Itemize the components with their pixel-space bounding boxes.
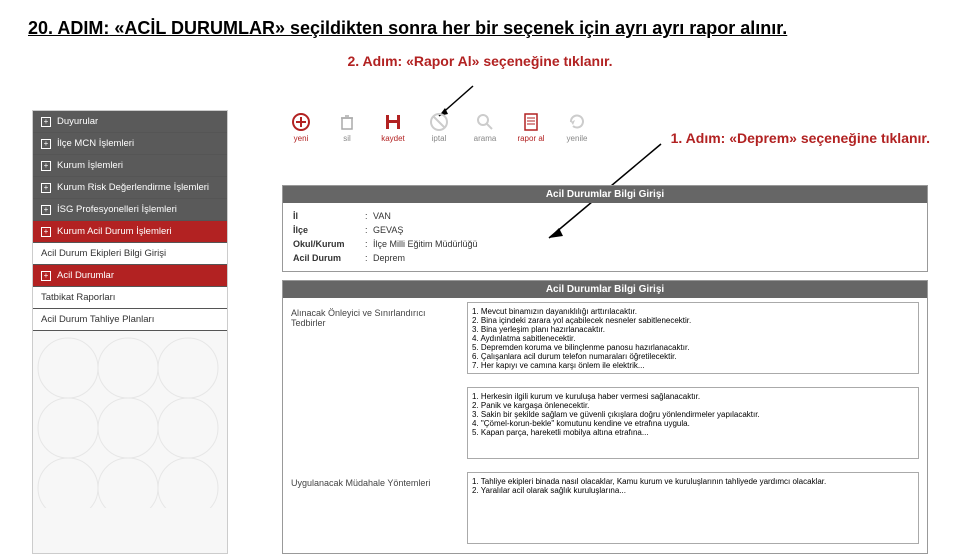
toolbar-label: sil bbox=[343, 134, 351, 143]
toolbar-label: yenile bbox=[567, 134, 588, 143]
bg-pattern bbox=[28, 328, 228, 508]
sidebar-item-label: Acil Durum Tahliye Planları bbox=[41, 314, 154, 325]
content-area: yeni sil kaydet iptal arama rapor al yenile Ac… bbox=[282, 110, 928, 554]
toolbar-refresh-button[interactable]: yenile bbox=[558, 112, 596, 143]
expand-icon: + bbox=[41, 227, 51, 237]
title-rest: «ACİL DURUMLAR» seçildikten sonra her bi… bbox=[109, 18, 787, 38]
page-title: 20. ADIM: «ACİL DURUMLAR» seçildikten so… bbox=[0, 0, 960, 45]
expand-icon: + bbox=[41, 139, 51, 149]
sidebar-item-3[interactable]: + Kurum Risk Değerlendirme İşlemleri bbox=[33, 177, 227, 199]
info-key: İl bbox=[293, 211, 365, 221]
sidebar-item-label: Tatbikat Raporları bbox=[41, 292, 115, 303]
expand-icon: + bbox=[41, 205, 51, 215]
refresh-icon bbox=[567, 112, 587, 132]
info-panel: Acil Durumlar Bilgi Girişi İl:VANİlçe:GE… bbox=[282, 185, 928, 272]
form-label bbox=[291, 387, 461, 393]
expand-icon: + bbox=[41, 161, 51, 171]
toolbar-label: yeni bbox=[294, 134, 309, 143]
sidebar-item-2[interactable]: + Kurum İşlemleri bbox=[33, 155, 227, 177]
form-panel: Acil Durumlar Bilgi Girişi Alınacak Önle… bbox=[282, 280, 928, 554]
info-row: Acil Durum:Deprem bbox=[293, 251, 917, 265]
sidebar-item-label: Acil Durum Ekipleri Bilgi Girişi bbox=[41, 248, 166, 259]
report-icon bbox=[521, 112, 541, 132]
sidebar-item-1[interactable]: + İlçe MCN İşlemleri bbox=[33, 133, 227, 155]
trash-icon bbox=[337, 112, 357, 132]
info-value: Deprem bbox=[373, 253, 917, 263]
form-row bbox=[283, 383, 927, 468]
plus-icon bbox=[291, 112, 311, 132]
form-label: Alınacak Önleyici ve Sınırlandırıcı Tedb… bbox=[291, 302, 461, 328]
expand-icon: + bbox=[41, 183, 51, 193]
sidebar-item-4[interactable]: + İSG Profesyonelleri İşlemleri bbox=[33, 199, 227, 221]
form-textarea-1[interactable] bbox=[467, 387, 919, 459]
info-row: İlçe:GEVAŞ bbox=[293, 223, 917, 237]
search-icon bbox=[475, 112, 495, 132]
info-value: VAN bbox=[373, 211, 917, 221]
toolbar-label: arama bbox=[474, 134, 497, 143]
expand-icon: + bbox=[41, 117, 51, 127]
toolbar-report-button[interactable]: rapor al bbox=[512, 112, 550, 143]
form-textarea-2[interactable] bbox=[467, 472, 919, 544]
sidebar-item-label: Kurum Risk Değerlendirme İşlemleri bbox=[57, 182, 209, 193]
step2-annotation: 2. Adım: «Rapor Al» seçeneğine tıklanır. bbox=[0, 53, 960, 69]
info-key: Okul/Kurum bbox=[293, 239, 365, 249]
panel2-title: Acil Durumlar Bilgi Girişi bbox=[283, 281, 927, 298]
toolbar-cancel-button[interactable]: iptal bbox=[420, 112, 458, 143]
toolbar: yeni sil kaydet iptal arama rapor al yenile bbox=[282, 110, 928, 149]
toolbar-save-button[interactable]: kaydet bbox=[374, 112, 412, 143]
form-label: Uygulanacak Müdahale Yöntemleri bbox=[291, 472, 461, 488]
sidebar-item-7[interactable]: + Acil Durumlar bbox=[33, 265, 227, 287]
sidebar-item-label: Duyurular bbox=[57, 116, 98, 127]
title-prefix: 20. ADIM: bbox=[28, 18, 109, 38]
sidebar-item-label: İSG Profesyonelleri İşlemleri bbox=[57, 204, 177, 215]
info-key: Acil Durum bbox=[293, 253, 365, 263]
info-key: İlçe bbox=[293, 225, 365, 235]
toolbar-trash-button[interactable]: sil bbox=[328, 112, 366, 143]
form-textarea-0[interactable] bbox=[467, 302, 919, 374]
panel-title: Acil Durumlar Bilgi Girişi bbox=[283, 186, 927, 203]
expand-icon: + bbox=[41, 271, 51, 281]
form-row: Alınacak Önleyici ve Sınırlandırıcı Tedb… bbox=[283, 298, 927, 383]
toolbar-label: kaydet bbox=[381, 134, 405, 143]
sidebar-item-label: İlçe MCN İşlemleri bbox=[57, 138, 134, 149]
toolbar-plus-button[interactable]: yeni bbox=[282, 112, 320, 143]
sidebar-item-label: Acil Durumlar bbox=[57, 270, 114, 281]
toolbar-search-button[interactable]: arama bbox=[466, 112, 504, 143]
sidebar-item-0[interactable]: + Duyurular bbox=[33, 111, 227, 133]
toolbar-label: rapor al bbox=[517, 134, 544, 143]
form-row: Uygulanacak Müdahale Yöntemleri bbox=[283, 468, 927, 553]
sidebar-item-label: Kurum İşlemleri bbox=[57, 160, 123, 171]
info-value: İlçe Milli Eğitim Müdürlüğü bbox=[373, 239, 917, 249]
toolbar-label: iptal bbox=[432, 134, 447, 143]
sidebar-item-label: Kurum Acil Durum İşlemleri bbox=[57, 226, 172, 237]
info-row: Okul/Kurum:İlçe Milli Eğitim Müdürlüğü bbox=[293, 237, 917, 251]
save-icon bbox=[383, 112, 403, 132]
info-row: İl:VAN bbox=[293, 209, 917, 223]
sidebar-item-8[interactable]: Tatbikat Raporları bbox=[33, 287, 227, 309]
cancel-icon bbox=[429, 112, 449, 132]
sidebar-item-5[interactable]: + Kurum Acil Durum İşlemleri bbox=[33, 221, 227, 243]
info-value: GEVAŞ bbox=[373, 225, 917, 235]
sidebar-item-6[interactable]: Acil Durum Ekipleri Bilgi Girişi bbox=[33, 243, 227, 265]
